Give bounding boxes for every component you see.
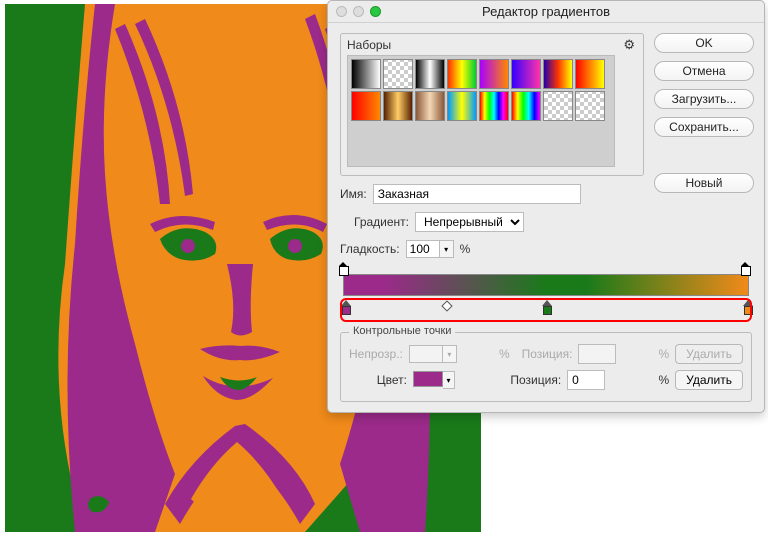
position2-label: Позиция:: [503, 373, 561, 387]
preset-swatch[interactable]: [447, 91, 477, 121]
cancel-button[interactable]: Отмена: [654, 61, 754, 81]
smoothness-label: Гладкость:: [340, 242, 400, 256]
gear-icon[interactable]: ⚙︎: [623, 37, 635, 53]
ok-button[interactable]: OK: [654, 33, 754, 53]
preset-swatch[interactable]: [511, 59, 541, 89]
position2-input[interactable]: [567, 370, 605, 390]
position1-label: Позиция:: [522, 347, 573, 361]
load-button[interactable]: Загрузить...: [654, 89, 754, 109]
preset-swatch[interactable]: [351, 59, 381, 89]
control-points-label: Контрольные точки: [349, 325, 455, 337]
position2-unit: %: [611, 373, 669, 387]
presets-label: Наборы: [347, 38, 637, 52]
preset-swatch[interactable]: [415, 59, 445, 89]
gradient-editor[interactable]: [340, 264, 752, 316]
preset-swatch[interactable]: [479, 91, 509, 121]
presets-panel: Наборы ⚙︎: [340, 33, 644, 176]
control-points-group: Контрольные точки Непрозр.: ▾ % Позиция:…: [340, 332, 752, 402]
name-input[interactable]: [373, 184, 581, 204]
titlebar: Редактор градиентов: [328, 1, 764, 23]
smoothness-dropdown[interactable]: ▾: [440, 240, 454, 258]
new-button[interactable]: Новый: [654, 173, 754, 193]
color-swatch[interactable]: [413, 371, 443, 387]
preset-swatch[interactable]: [383, 59, 413, 89]
smoothness-unit: %: [460, 242, 471, 256]
preset-swatch[interactable]: [575, 59, 605, 89]
preset-swatch[interactable]: [383, 91, 413, 121]
opacity-stop[interactable]: [741, 262, 749, 274]
preset-swatches: [347, 55, 615, 167]
type-label: Градиент:: [354, 215, 409, 229]
opacity-input: [409, 345, 443, 363]
color-label: Цвет:: [349, 373, 407, 387]
dialog-title: Редактор градиентов: [328, 4, 764, 19]
gradient-bar[interactable]: [343, 274, 749, 296]
opacity-unit: %: [463, 347, 510, 361]
preset-swatch[interactable]: [447, 59, 477, 89]
preset-swatch[interactable]: [511, 91, 541, 121]
preset-swatch[interactable]: [351, 91, 381, 121]
preset-swatch[interactable]: [575, 91, 605, 121]
position1-input: [578, 344, 616, 364]
delete1-button: Удалить: [675, 344, 743, 364]
smoothness-input[interactable]: [406, 240, 440, 258]
gradient-editor-dialog: Редактор градиентов Наборы ⚙︎ Имя: Гради…: [327, 0, 765, 413]
opacity-stop[interactable]: [339, 262, 347, 274]
position1-unit: %: [622, 347, 669, 361]
gradient-type-select[interactable]: Непрерывный: [415, 212, 524, 232]
highlight-box: [340, 298, 752, 322]
save-button[interactable]: Сохранить...: [654, 117, 754, 137]
color-dropdown[interactable]: ▾: [443, 371, 455, 389]
preset-swatch[interactable]: [543, 59, 573, 89]
preset-swatch[interactable]: [415, 91, 445, 121]
opacity-dropdown: ▾: [443, 345, 457, 363]
opacity-label: Непрозр.:: [349, 347, 403, 361]
preset-swatch[interactable]: [543, 91, 573, 121]
delete2-button[interactable]: Удалить: [675, 370, 743, 390]
preset-swatch[interactable]: [479, 59, 509, 89]
name-label: Имя:: [340, 187, 367, 201]
